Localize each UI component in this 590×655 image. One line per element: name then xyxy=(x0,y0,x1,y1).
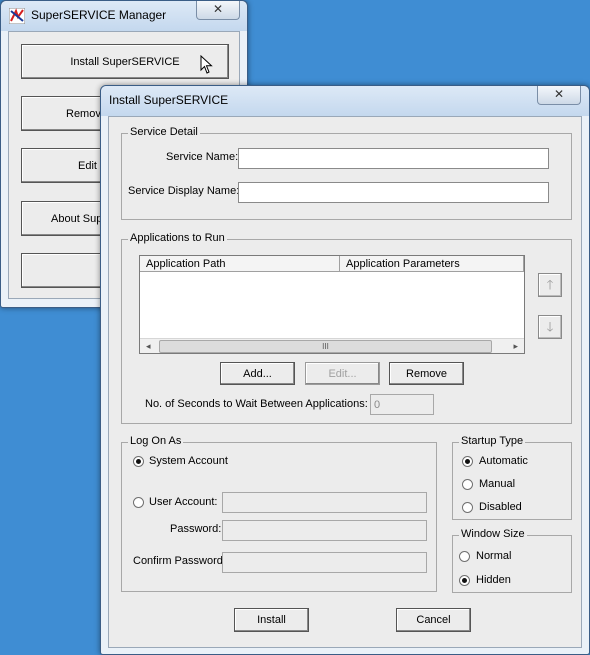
log-on-as-legend: Log On As xyxy=(128,435,184,447)
service-name-label: Service Name: xyxy=(166,151,239,163)
user-account-radio[interactable] xyxy=(133,497,144,508)
log-on-as-group: Log On As System Account User Account: P… xyxy=(121,435,437,592)
close-icon: ✕ xyxy=(553,87,565,101)
automatic-radio[interactable] xyxy=(462,456,473,467)
install-dialog-client: Service Detail Service Name: Service Dis… xyxy=(108,116,582,648)
confirm-password-input[interactable] xyxy=(222,552,427,573)
install-superservice-label: Install SuperSERVICE xyxy=(70,55,180,68)
service-display-name-label: Service Display Name: xyxy=(128,185,240,197)
app-logo-icon xyxy=(8,7,26,25)
hidden-label[interactable]: Hidden xyxy=(476,574,511,586)
column-header-application-path[interactable]: Application Path xyxy=(140,256,340,272)
install-superservice-button[interactable]: Install SuperSERVICE xyxy=(21,44,229,79)
manager-close-button[interactable]: ✕ xyxy=(196,1,240,20)
disabled-label[interactable]: Disabled xyxy=(479,501,522,513)
horizontal-scrollbar[interactable]: ◂ III ▸ xyxy=(140,338,524,353)
service-detail-group: Service Detail Service Name: Service Dis… xyxy=(121,126,572,220)
arrow-down-icon: 🡓 xyxy=(546,319,554,334)
normal-radio[interactable] xyxy=(459,551,470,562)
install-button[interactable]: Install xyxy=(234,608,309,632)
install-dialog-titlebar[interactable]: Install SuperSERVICE ✕ xyxy=(101,86,589,116)
normal-label[interactable]: Normal xyxy=(476,550,511,562)
disabled-radio[interactable] xyxy=(462,502,473,513)
applications-group: Applications to Run Application Path App… xyxy=(121,232,572,424)
remove-app-button[interactable]: Remove xyxy=(389,362,464,385)
scroll-right-icon[interactable]: ▸ xyxy=(513,339,518,353)
scrollbar-thumb[interactable]: III xyxy=(159,340,492,353)
automatic-label[interactable]: Automatic xyxy=(479,455,528,467)
scroll-left-icon[interactable]: ◂ xyxy=(146,339,151,353)
install-dialog: Install SuperSERVICE ✕ Service Detail Se… xyxy=(100,85,590,655)
edit-app-button[interactable]: Edit... xyxy=(305,362,380,385)
wait-seconds-label: No. of Seconds to Wait Between Applicati… xyxy=(145,398,368,410)
move-up-button[interactable]: 🡑 xyxy=(538,273,562,297)
cancel-button[interactable]: Cancel xyxy=(396,608,471,632)
manager-titlebar[interactable]: SuperSERVICE Manager ✕ xyxy=(1,1,247,31)
window-size-group: Window Size Normal Hidden xyxy=(452,528,572,593)
system-account-label[interactable]: System Account xyxy=(149,455,228,467)
manual-label[interactable]: Manual xyxy=(479,478,515,490)
system-account-radio[interactable] xyxy=(133,456,144,467)
service-display-name-input[interactable] xyxy=(238,182,549,203)
install-dialog-close-button[interactable]: ✕ xyxy=(537,86,581,105)
user-account-input[interactable] xyxy=(222,492,427,513)
install-dialog-title: Install SuperSERVICE xyxy=(109,93,229,107)
window-size-legend: Window Size xyxy=(459,528,527,540)
applications-legend: Applications to Run xyxy=(128,232,227,244)
close-icon: ✕ xyxy=(212,2,224,16)
arrow-up-icon: 🡑 xyxy=(546,277,554,292)
manual-radio[interactable] xyxy=(462,479,473,490)
wait-seconds-input[interactable] xyxy=(370,394,434,415)
add-button[interactable]: Add... xyxy=(220,362,295,385)
user-account-label[interactable]: User Account: xyxy=(149,496,217,508)
manager-title: SuperSERVICE Manager xyxy=(31,8,167,22)
service-name-input[interactable] xyxy=(238,148,549,169)
startup-type-legend: Startup Type xyxy=(459,435,526,447)
service-detail-legend: Service Detail xyxy=(128,126,200,138)
hidden-radio[interactable] xyxy=(459,575,470,586)
move-down-button[interactable]: 🡓 xyxy=(538,315,562,339)
password-label: Password: xyxy=(170,523,222,535)
password-input[interactable] xyxy=(222,520,427,541)
mouse-cursor-icon xyxy=(200,54,214,75)
applications-list[interactable]: Application Path Application Parameters … xyxy=(139,255,525,354)
confirm-password-label: Confirm Password: xyxy=(133,555,226,567)
column-header-application-parameters[interactable]: Application Parameters xyxy=(340,256,524,272)
remove-label: Remov xyxy=(66,107,101,120)
startup-type-group: Startup Type Automatic Manual Disabled xyxy=(452,435,572,520)
